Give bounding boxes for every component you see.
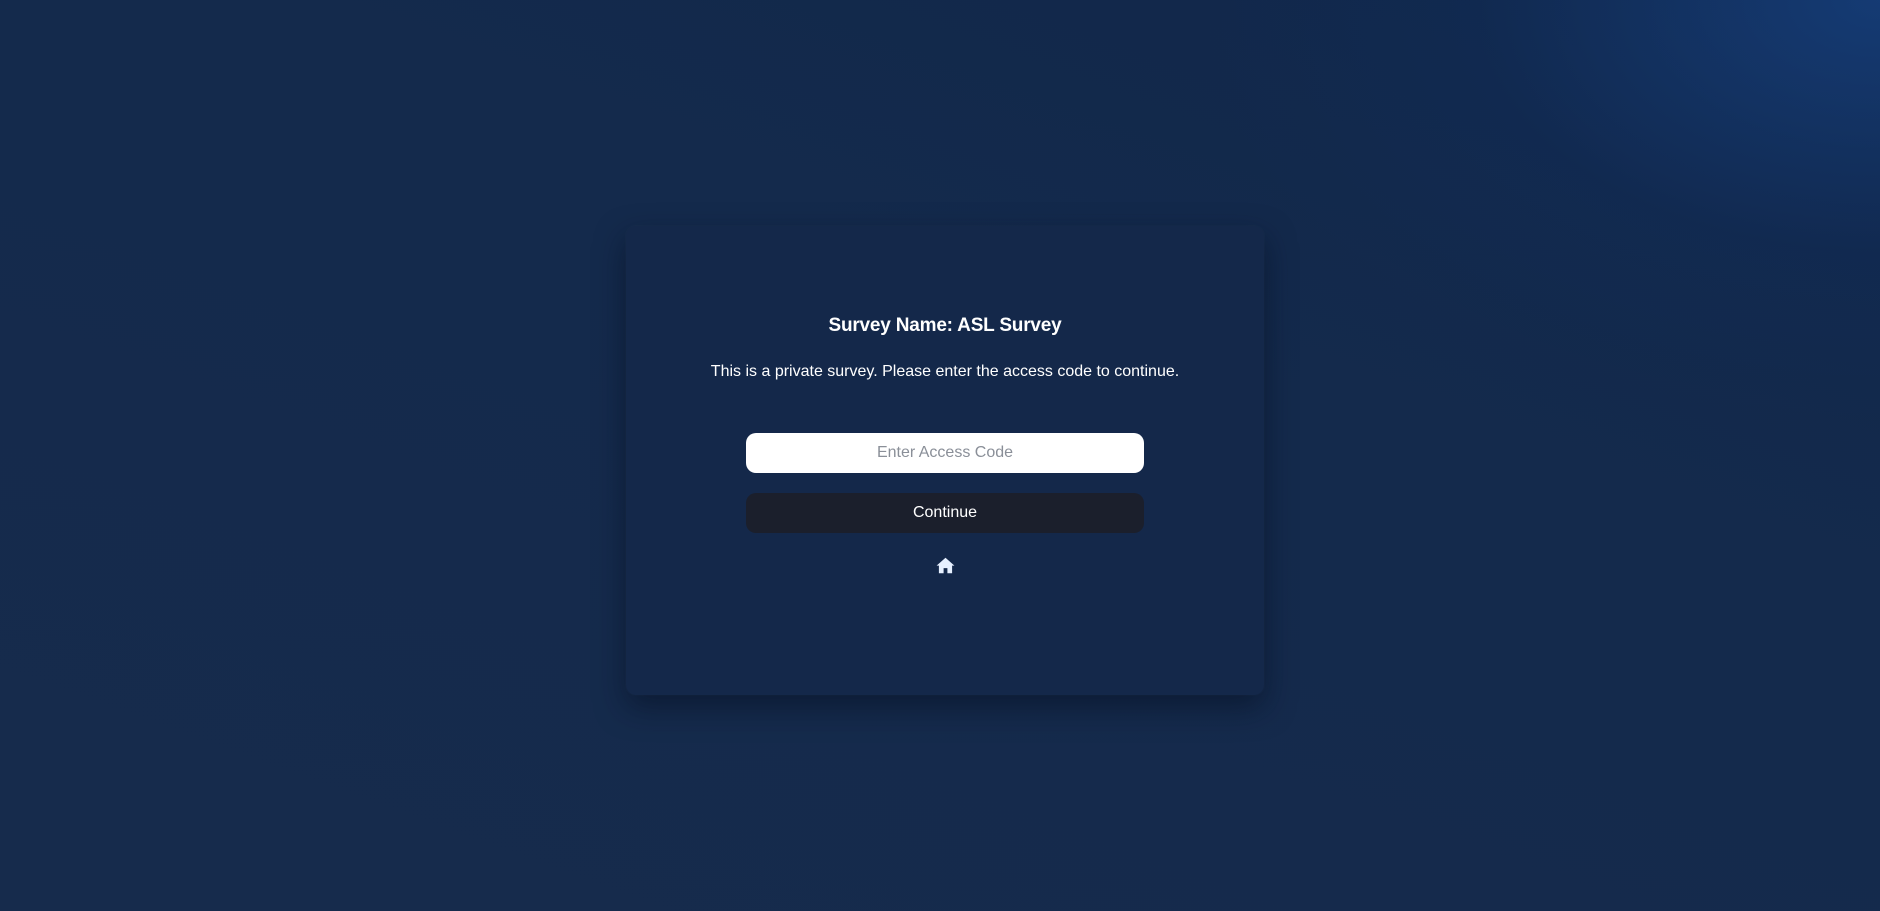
- continue-button-label: Continue: [912, 504, 978, 521]
- survey-title: Survey Name: ASL Survey: [828, 315, 1062, 336]
- home-link[interactable]: [934, 554, 956, 576]
- page-background: Survey Name: ASL Survey This is a privat…: [0, 0, 1880, 911]
- home-icon: [936, 557, 954, 573]
- access-code-input[interactable]: [746, 433, 1144, 473]
- continue-button[interactable]: Continue: [746, 493, 1144, 533]
- access-code-card: Survey Name: ASL Survey This is a privat…: [626, 226, 1264, 695]
- private-survey-message: This is a private survey. Please enter t…: [710, 363, 1180, 380]
